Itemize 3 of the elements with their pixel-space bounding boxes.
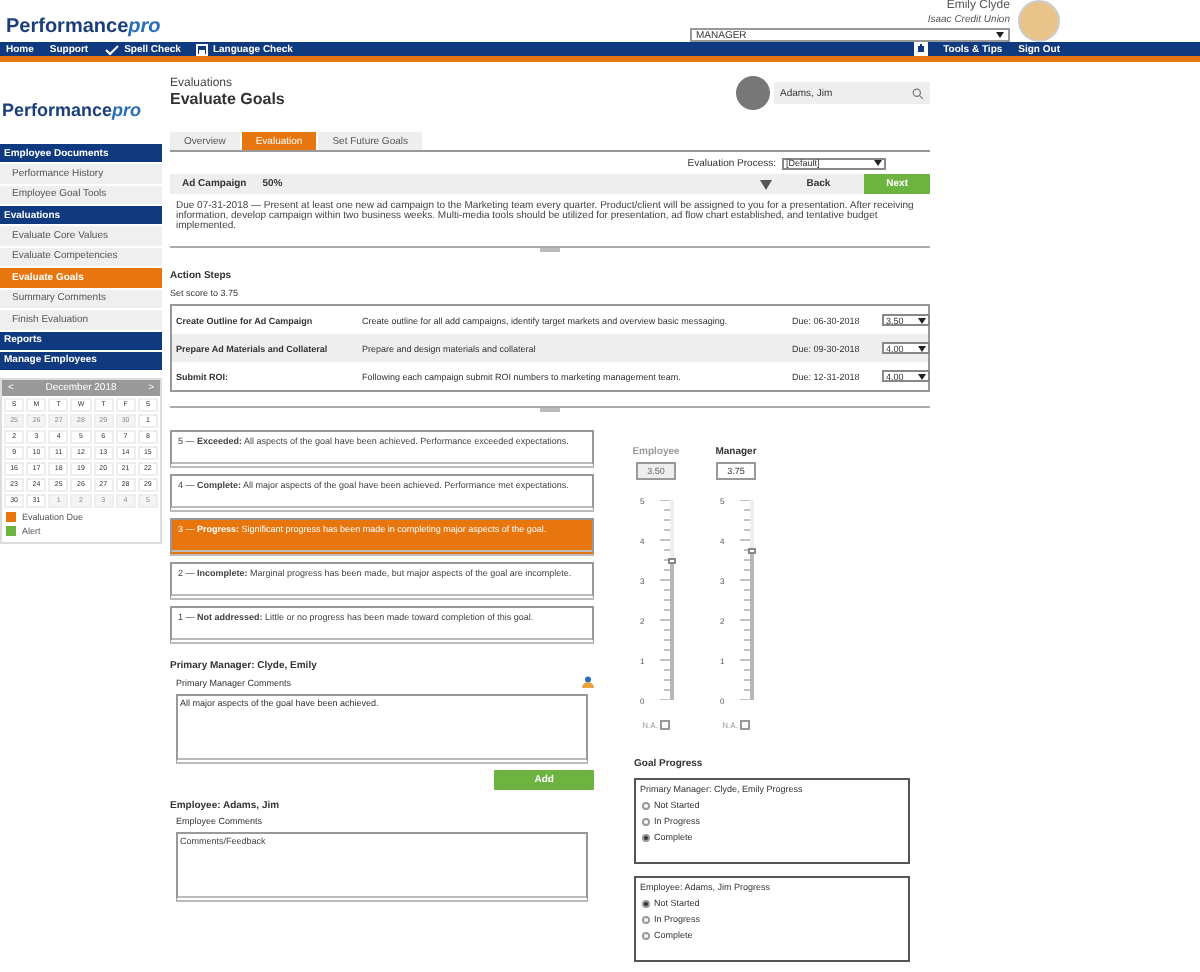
page-title: Evaluate Goals <box>170 90 285 108</box>
performancepro-logo: Performancepro <box>6 14 161 38</box>
performancepro-logo: Performancepro <box>2 97 142 119</box>
